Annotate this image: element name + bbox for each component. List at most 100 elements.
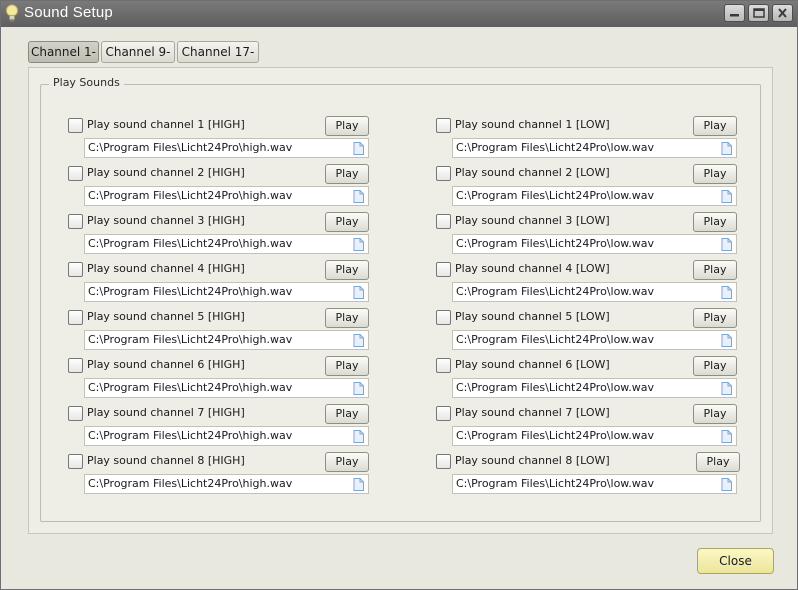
low-channel-7-path: C:\Program Files\Licht24Pro\low.wav bbox=[456, 429, 655, 442]
document-icon[interactable] bbox=[353, 142, 364, 155]
low-channel-2-play-button[interactable]: Play bbox=[693, 164, 737, 184]
low-channel-4-checkbox[interactable] bbox=[436, 262, 451, 277]
low-channel-7-label: Play sound channel 7 [LOW] bbox=[455, 406, 610, 419]
high-channel-1-path-field[interactable]: C:\Program Files\Licht24Pro\high.wav bbox=[84, 138, 369, 158]
document-icon[interactable] bbox=[353, 430, 364, 443]
high-channel-8-checkbox[interactable] bbox=[68, 454, 83, 469]
high-channel-1-label: Play sound channel 1 [HIGH] bbox=[87, 118, 245, 131]
high-channel-4-path-field[interactable]: C:\Program Files\Licht24Pro\high.wav bbox=[84, 282, 369, 302]
document-icon[interactable] bbox=[721, 430, 732, 443]
low-channel-7-checkbox[interactable] bbox=[436, 406, 451, 421]
high-channel-5-play-button[interactable]: Play bbox=[325, 308, 369, 328]
low-channel-1: Play sound channel 1 [LOW] Play C:\Progr… bbox=[436, 116, 738, 164]
tab-channel-1-8[interactable]: Channel 1-8 bbox=[28, 41, 99, 79]
low-channel-1-path-field[interactable]: C:\Program Files\Licht24Pro\low.wav bbox=[452, 138, 737, 158]
high-channel-3-path-field[interactable]: C:\Program Files\Licht24Pro\high.wav bbox=[84, 234, 369, 254]
maximize-button[interactable] bbox=[748, 4, 769, 22]
low-channel-8-path: C:\Program Files\Licht24Pro\low.wav bbox=[456, 477, 655, 490]
document-icon[interactable] bbox=[721, 190, 732, 203]
high-channel-5: Play sound channel 5 [HIGH] Play C:\Prog… bbox=[68, 308, 370, 356]
high-channel-1-checkbox[interactable] bbox=[68, 118, 83, 133]
high-channel-5-label: Play sound channel 5 [HIGH] bbox=[87, 310, 245, 323]
low-channel-5-checkbox[interactable] bbox=[436, 310, 451, 325]
tab-channel-17-24[interactable]: Channel 17-24 bbox=[177, 41, 259, 79]
high-channel-2-checkbox[interactable] bbox=[68, 166, 83, 181]
document-icon[interactable] bbox=[353, 286, 364, 299]
low-channel-8-checkbox[interactable] bbox=[436, 454, 451, 469]
low-channel-4-play-button[interactable]: Play bbox=[693, 260, 737, 280]
document-icon[interactable] bbox=[353, 238, 364, 251]
low-channel-6-checkbox[interactable] bbox=[436, 358, 451, 373]
low-channel-3-play-button[interactable]: Play bbox=[693, 212, 737, 232]
document-icon[interactable] bbox=[721, 238, 732, 251]
low-channel-3-checkbox[interactable] bbox=[436, 214, 451, 229]
high-channel-6-play-button[interactable]: Play bbox=[325, 356, 369, 376]
window-close-button[interactable] bbox=[772, 4, 793, 22]
high-channel-4-checkbox[interactable] bbox=[68, 262, 83, 277]
high-channel-2-play-button[interactable]: Play bbox=[325, 164, 369, 184]
low-channel-5-play-button[interactable]: Play bbox=[693, 308, 737, 328]
high-channel-8-path: C:\Program Files\Licht24Pro\high.wav bbox=[88, 477, 293, 490]
document-icon[interactable] bbox=[721, 142, 732, 155]
document-icon[interactable] bbox=[353, 478, 364, 491]
low-channel-3-path: C:\Program Files\Licht24Pro\low.wav bbox=[456, 237, 655, 250]
low-channel-8-play-button[interactable]: Play bbox=[696, 452, 740, 472]
low-channel-2-label: Play sound channel 2 [LOW] bbox=[455, 166, 610, 179]
low-channel-2-checkbox[interactable] bbox=[436, 166, 451, 181]
title-bar[interactable]: Sound Setup bbox=[1, 1, 797, 27]
group-title: Play Sounds bbox=[49, 76, 124, 89]
low-channel-6-path-field[interactable]: C:\Program Files\Licht24Pro\low.wav bbox=[452, 378, 737, 398]
high-channel-6: Play sound channel 6 [HIGH] Play C:\Prog… bbox=[68, 356, 370, 404]
document-icon[interactable] bbox=[353, 382, 364, 395]
high-channel-2-label: Play sound channel 2 [HIGH] bbox=[87, 166, 245, 179]
low-channel-3-label: Play sound channel 3 [LOW] bbox=[455, 214, 610, 227]
low-channel-8-path-field[interactable]: C:\Program Files\Licht24Pro\low.wav bbox=[452, 474, 737, 494]
close-button[interactable]: Close bbox=[697, 548, 774, 574]
high-channel-8-label: Play sound channel 8 [HIGH] bbox=[87, 454, 245, 467]
tab-channel-9-16[interactable]: Channel 9-16 bbox=[101, 41, 175, 79]
high-channel-2: Play sound channel 2 [HIGH] Play C:\Prog… bbox=[68, 164, 370, 212]
document-icon[interactable] bbox=[353, 334, 364, 347]
low-channel-1-play-button[interactable]: Play bbox=[693, 116, 737, 136]
high-channel-3-checkbox[interactable] bbox=[68, 214, 83, 229]
high-channel-4: Play sound channel 4 [HIGH] Play C:\Prog… bbox=[68, 260, 370, 308]
low-channel-5-label: Play sound channel 5 [LOW] bbox=[455, 310, 610, 323]
high-channel-7-checkbox[interactable] bbox=[68, 406, 83, 421]
high-channel-5-checkbox[interactable] bbox=[68, 310, 83, 325]
minimize-button[interactable] bbox=[724, 4, 745, 22]
high-channel-5-path-field[interactable]: C:\Program Files\Licht24Pro\high.wav bbox=[84, 330, 369, 350]
high-channel-3-path: C:\Program Files\Licht24Pro\high.wav bbox=[88, 237, 293, 250]
low-channel-3: Play sound channel 3 [LOW] Play C:\Progr… bbox=[436, 212, 738, 260]
document-icon[interactable] bbox=[721, 334, 732, 347]
high-channel-3-play-button[interactable]: Play bbox=[325, 212, 369, 232]
low-channel-5-path-field[interactable]: C:\Program Files\Licht24Pro\low.wav bbox=[452, 330, 737, 350]
maximize-icon bbox=[753, 8, 765, 18]
high-channel-6-path: C:\Program Files\Licht24Pro\high.wav bbox=[88, 381, 293, 394]
low-channel-1-checkbox[interactable] bbox=[436, 118, 451, 133]
high-channel-4-path: C:\Program Files\Licht24Pro\high.wav bbox=[88, 285, 293, 298]
low-channel-7-play-button[interactable]: Play bbox=[693, 404, 737, 424]
high-channel-6-checkbox[interactable] bbox=[68, 358, 83, 373]
high-channel-7-play-button[interactable]: Play bbox=[325, 404, 369, 424]
document-icon[interactable] bbox=[721, 286, 732, 299]
document-icon[interactable] bbox=[721, 478, 732, 491]
low-channel-2-path-field[interactable]: C:\Program Files\Licht24Pro\low.wav bbox=[452, 186, 737, 206]
low-channel-4: Play sound channel 4 [LOW] Play C:\Progr… bbox=[436, 260, 738, 308]
high-channel-8-play-button[interactable]: Play bbox=[325, 452, 369, 472]
high-channel-1-play-button[interactable]: Play bbox=[325, 116, 369, 136]
high-channel-7-path-field[interactable]: C:\Program Files\Licht24Pro\high.wav bbox=[84, 426, 369, 446]
low-channel-4-path-field[interactable]: C:\Program Files\Licht24Pro\low.wav bbox=[452, 282, 737, 302]
low-channel-6-play-button[interactable]: Play bbox=[693, 356, 737, 376]
high-channel-8-path-field[interactable]: C:\Program Files\Licht24Pro\high.wav bbox=[84, 474, 369, 494]
high-channel-4-play-button[interactable]: Play bbox=[325, 260, 369, 280]
lightbulb-icon bbox=[6, 4, 18, 22]
high-channel-7-label: Play sound channel 7 [HIGH] bbox=[87, 406, 245, 419]
document-icon[interactable] bbox=[353, 190, 364, 203]
high-channel-2-path-field[interactable]: C:\Program Files\Licht24Pro\high.wav bbox=[84, 186, 369, 206]
high-channel-6-path-field[interactable]: C:\Program Files\Licht24Pro\high.wav bbox=[84, 378, 369, 398]
high-channel-6-label: Play sound channel 6 [HIGH] bbox=[87, 358, 245, 371]
document-icon[interactable] bbox=[721, 382, 732, 395]
high-channel-8: Play sound channel 8 [HIGH] Play C:\Prog… bbox=[68, 452, 370, 500]
low-channel-7-path-field[interactable]: C:\Program Files\Licht24Pro\low.wav bbox=[452, 426, 737, 446]
low-channel-3-path-field[interactable]: C:\Program Files\Licht24Pro\low.wav bbox=[452, 234, 737, 254]
